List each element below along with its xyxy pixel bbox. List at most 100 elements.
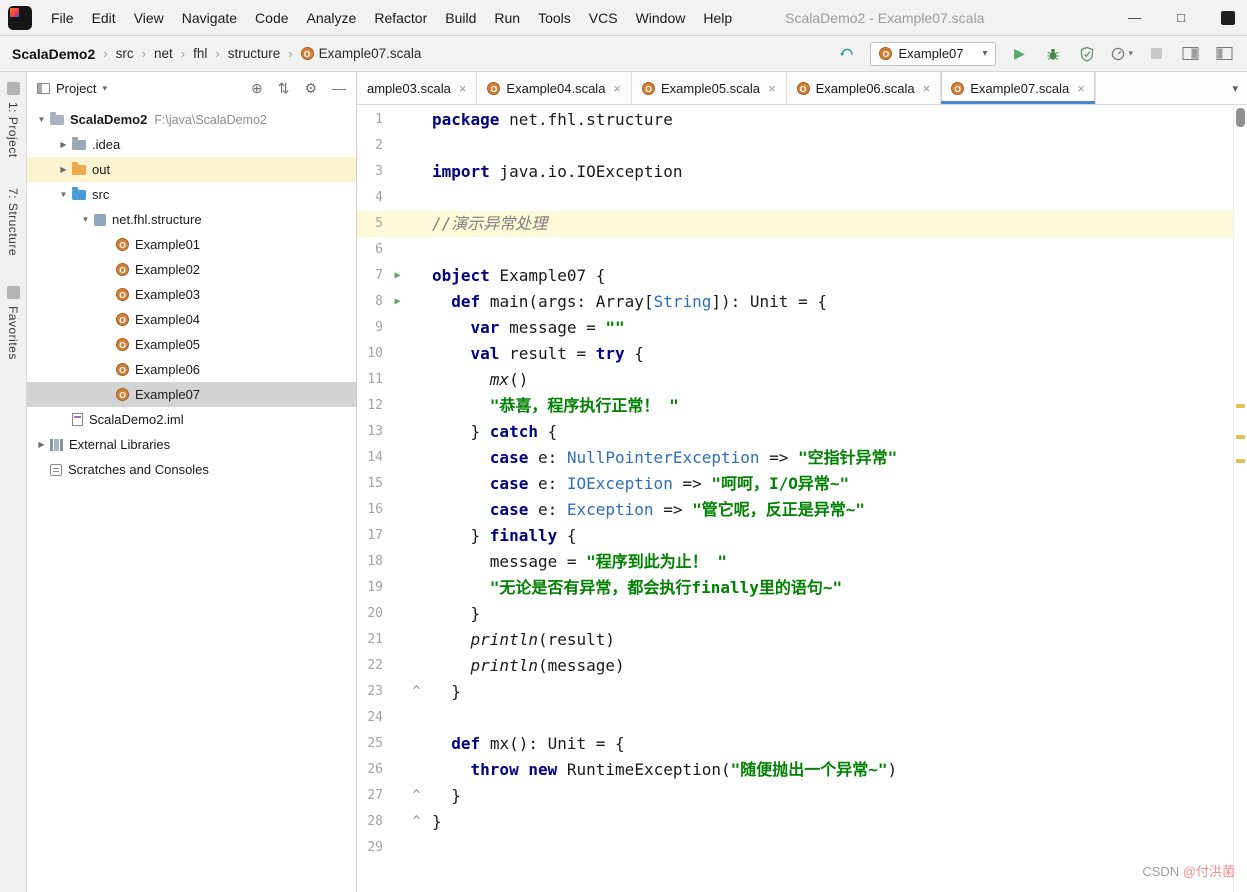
breadcrumb-item[interactable]: ScalaDemo2 [12, 46, 95, 62]
code-line-28[interactable]: 28 ^} [357, 809, 1233, 835]
tree-item-Example05[interactable]: Example05 [27, 332, 356, 357]
tree-item-Example03[interactable]: Example03 [27, 282, 356, 307]
menu-help[interactable]: Help [694, 0, 741, 35]
tree-item-Example02[interactable]: Example02 [27, 257, 356, 282]
code-line-19[interactable]: 19 "无论是否有异常，都会执行finally里的语句~" [357, 575, 1233, 601]
code-line-18[interactable]: 18 message = "程序到此为止！ " [357, 549, 1233, 575]
menu-view[interactable]: View [125, 0, 173, 35]
breadcrumb-item[interactable]: structure [228, 46, 281, 61]
tree-item-Example06[interactable]: Example06 [27, 357, 356, 382]
tree-item-src[interactable]: ▼ src [27, 182, 356, 207]
breadcrumb-item[interactable]: src [116, 46, 134, 61]
tree-item-ScalaDemo2.iml[interactable]: ScalaDemo2.iml [27, 407, 356, 432]
scrollbar-thumb[interactable] [1236, 108, 1245, 127]
menu-code[interactable]: Code [246, 0, 297, 35]
fold-marker-icon[interactable]: ^ [408, 679, 425, 705]
menu-vcs[interactable]: VCS [580, 0, 627, 35]
tree-item-out[interactable]: ▶ out [27, 157, 356, 182]
code-line-24[interactable]: 24 [357, 705, 1233, 731]
code-line-5[interactable]: 5//演示异常处理 [357, 211, 1233, 237]
code-line-25[interactable]: 25 def mx(): Unit = { [357, 731, 1233, 757]
tab-Example05.scala[interactable]: Example05.scala× [632, 72, 787, 104]
locate-file-icon[interactable]: ⊕ [251, 80, 263, 97]
hide-panel-icon[interactable]: — [332, 80, 346, 96]
run-gutter-icon[interactable]: ▶ [387, 263, 408, 289]
tree-collapsed-arrow-icon[interactable]: ▶ [33, 440, 50, 449]
close-tab-icon[interactable]: × [768, 81, 776, 96]
warning-stripe-mark[interactable] [1236, 435, 1245, 439]
menu-run[interactable]: Run [485, 0, 529, 35]
tool-window-button-favorites[interactable]: Favorites [6, 285, 20, 360]
tool-window-button-structure[interactable]: 7: Structure [6, 188, 20, 256]
code-line-9[interactable]: 9 var message = "" [357, 315, 1233, 341]
code-line-3[interactable]: 3 import java.io.IOException [357, 159, 1233, 185]
hidden-tabs-chevron-icon[interactable]: ▾ [1223, 82, 1247, 95]
maximize-button[interactable]: □ [1177, 11, 1185, 24]
code-line-17[interactable]: 17 } finally { [357, 523, 1233, 549]
close-tab-icon[interactable]: × [923, 81, 931, 96]
tree-item-ScalaDemo2[interactable]: ▼ ScalaDemo2 F:\java\ScalaDemo2 [27, 107, 356, 132]
tree-expanded-arrow-icon[interactable]: ▼ [77, 215, 94, 224]
code-line-29[interactable]: 29 [357, 835, 1233, 861]
tree-item-Example04[interactable]: Example04 [27, 307, 356, 332]
stop-button[interactable] [1145, 43, 1167, 65]
fold-marker-icon[interactable]: ^ [408, 809, 425, 835]
code-line-10[interactable]: 10 val result = try { [357, 341, 1233, 367]
code-line-8[interactable]: 8 ▶ def main(args: Array[String]): Unit =… [357, 289, 1233, 315]
close-tab-icon[interactable]: × [1077, 81, 1085, 96]
run-gutter-icon[interactable]: ▶ [387, 289, 408, 315]
code-line-12[interactable]: 12 "恭喜，程序执行正常！ " [357, 393, 1233, 419]
editor-layout-button[interactable] [1213, 43, 1235, 65]
code-line-2[interactable]: 2 [357, 133, 1233, 159]
code-line-16[interactable]: 16 case e: Exception => "管它呢，反正是异常~" [357, 497, 1233, 523]
tab-ample03.scala[interactable]: ample03.scala × [357, 72, 478, 104]
tree-collapsed-arrow-icon[interactable]: ▶ [55, 140, 72, 149]
warning-stripe-mark[interactable] [1236, 404, 1245, 408]
menu-edit[interactable]: Edit [83, 0, 125, 35]
code-line-15[interactable]: 15 case e: IOException => "呵呵，I/O异常~" [357, 471, 1233, 497]
tree-item-Example01[interactable]: Example01 [27, 232, 356, 257]
breadcrumb-item[interactable]: Example07.scala [300, 46, 421, 61]
run-button[interactable]: ▶ [1008, 43, 1030, 65]
menu-build[interactable]: Build [436, 0, 485, 35]
curved-arrow-icon[interactable] [836, 43, 858, 65]
breadcrumb-item[interactable]: fhl [193, 46, 207, 61]
warning-stripe-mark[interactable] [1236, 459, 1245, 463]
code-line-11[interactable]: 11 mx() [357, 367, 1233, 393]
code-line-20[interactable]: 20 } [357, 601, 1233, 627]
menu-analyze[interactable]: Analyze [298, 0, 366, 35]
close-tab-icon[interactable]: × [613, 81, 621, 96]
fold-marker-icon[interactable]: ^ [408, 783, 425, 809]
collapse-all-icon[interactable]: ⇅ [278, 80, 290, 97]
tree-collapsed-arrow-icon[interactable]: ▶ [55, 165, 72, 174]
tab-Example06.scala[interactable]: Example06.scala× [787, 72, 942, 104]
code-line-27[interactable]: 27 ^ } [357, 783, 1233, 809]
code-line-7[interactable]: 7 ▶ object Example07 { [357, 263, 1233, 289]
close-tab-icon[interactable]: × [459, 81, 467, 96]
tab-Example07.scala[interactable]: Example07.scala× [941, 72, 1096, 104]
tree-expanded-arrow-icon[interactable]: ▼ [55, 190, 72, 199]
tab-Example04.scala[interactable]: Example04.scala× [477, 72, 633, 104]
code-line-23[interactable]: 23 ^ } [357, 679, 1233, 705]
tool-window-button-project[interactable]: 1: Project [6, 82, 20, 158]
toolwindow-layout-button[interactable] [1179, 43, 1201, 65]
breadcrumb-item[interactable]: net [154, 46, 173, 61]
coverage-button[interactable] [1076, 43, 1098, 65]
menu-file[interactable]: File [42, 0, 83, 35]
code-line-13[interactable]: 13 } catch { [357, 419, 1233, 445]
code-line-14[interactable]: 14 case e: NullPointerException => "空指针异… [357, 445, 1233, 471]
code-line-21[interactable]: 21 println(result) [357, 627, 1233, 653]
tree-item-Scratches and Consoles[interactable]: Scratches and Consoles [27, 457, 356, 482]
run-configuration-select[interactable]: Example07 ▾ [870, 41, 997, 66]
menu-refactor[interactable]: Refactor [365, 0, 436, 35]
menu-tools[interactable]: Tools [529, 0, 580, 35]
code-line-4[interactable]: 4 [357, 185, 1233, 211]
chevron-down-icon[interactable]: ▾ [102, 83, 107, 94]
tree-expanded-arrow-icon[interactable]: ▼ [33, 115, 50, 124]
menu-navigate[interactable]: Navigate [173, 0, 246, 35]
gear-icon[interactable]: ⚙ [304, 80, 317, 97]
tree-item-.idea[interactable]: ▶ .idea [27, 132, 356, 157]
code-line-6[interactable]: 6 [357, 237, 1233, 263]
tree-item-External Libraries[interactable]: ▶ External Libraries [27, 432, 356, 457]
tree-item-net.fhl.structure[interactable]: ▼ net.fhl.structure [27, 207, 356, 232]
